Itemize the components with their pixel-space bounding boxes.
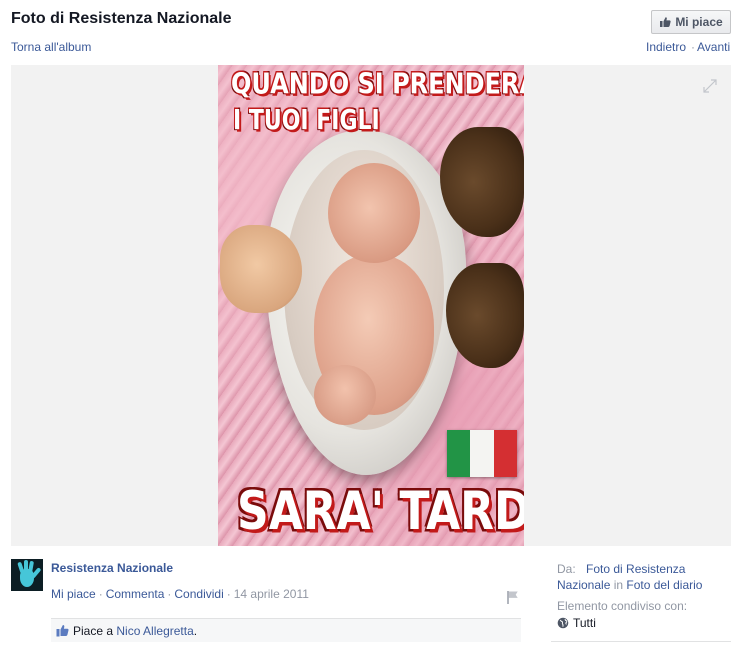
photo-baby-head bbox=[328, 163, 420, 263]
page-title: Foto di Resistenza Nazionale bbox=[11, 10, 232, 27]
sidebar-divider bbox=[551, 641, 731, 642]
likes-text: Piace a Nico Allegretta. bbox=[73, 624, 197, 638]
liker-name-link[interactable]: Nico Allegretta bbox=[116, 624, 193, 638]
report-flag-icon[interactable] bbox=[507, 590, 519, 604]
back-to-album-link[interactable]: Torna all'album bbox=[11, 40, 91, 54]
thumbs-up-icon bbox=[660, 17, 671, 27]
post-date[interactable]: 14 aprile 2011 bbox=[234, 587, 309, 601]
photo-headline-line2: I TUOI FIGLI bbox=[233, 105, 380, 137]
thumbs-up-icon bbox=[56, 625, 69, 637]
photo-source-info: Da: Foto di Resistenza Nazionale in Foto… bbox=[557, 561, 731, 614]
next-photo-link[interactable]: Avanti bbox=[697, 40, 730, 54]
album-link[interactable]: Foto del diario bbox=[626, 578, 702, 592]
flag-stripe-green bbox=[447, 430, 471, 477]
likes-prefix: Piace a bbox=[73, 624, 114, 638]
photo-stage[interactable]: QUANDO SI PRENDERANNO I TUOI FIGLI SARA'… bbox=[11, 65, 731, 546]
photo-headline-line1: QUANDO SI PRENDERANNO bbox=[231, 67, 524, 101]
photo-human-hand bbox=[220, 225, 302, 313]
photo-baby-leg bbox=[314, 365, 376, 425]
likes-summary: Piace a Nico Allegretta. bbox=[51, 618, 521, 642]
flag-stripe-red bbox=[493, 430, 517, 477]
from-in-text: in bbox=[613, 578, 624, 592]
post-action-row: Mi piace · Commenta · Condividi · 14 aprile 20… bbox=[51, 587, 309, 601]
audience-selector[interactable]: Tutti bbox=[557, 616, 596, 630]
like-page-label: Mi piace bbox=[675, 15, 723, 29]
nav-separator: · bbox=[691, 40, 695, 54]
from-label: Da: bbox=[557, 562, 576, 576]
likes-suffix: . bbox=[193, 624, 198, 638]
audience-label: Tutti bbox=[573, 616, 596, 630]
flag-stripe-white bbox=[470, 430, 494, 477]
like-page-button[interactable]: Mi piace bbox=[651, 10, 731, 34]
italian-flag bbox=[447, 430, 517, 477]
globe-icon bbox=[557, 617, 569, 629]
comment-action-link[interactable]: Commenta bbox=[106, 587, 165, 601]
previous-photo-link[interactable]: Indietro bbox=[646, 40, 686, 54]
photo-image[interactable]: QUANDO SI PRENDERANNO I TUOI FIGLI SARA'… bbox=[218, 65, 524, 546]
photo-headline-bottom: SARA' TARDI bbox=[237, 481, 524, 543]
shared-with-label: Elemento condiviso con: bbox=[557, 599, 688, 613]
author-name-link[interactable]: Resistenza Nazionale bbox=[51, 561, 173, 575]
author-avatar[interactable] bbox=[11, 559, 43, 591]
like-action-link[interactable]: Mi piace bbox=[51, 587, 96, 601]
share-action-link[interactable]: Condividi bbox=[174, 587, 223, 601]
expand-icon[interactable] bbox=[703, 79, 717, 93]
